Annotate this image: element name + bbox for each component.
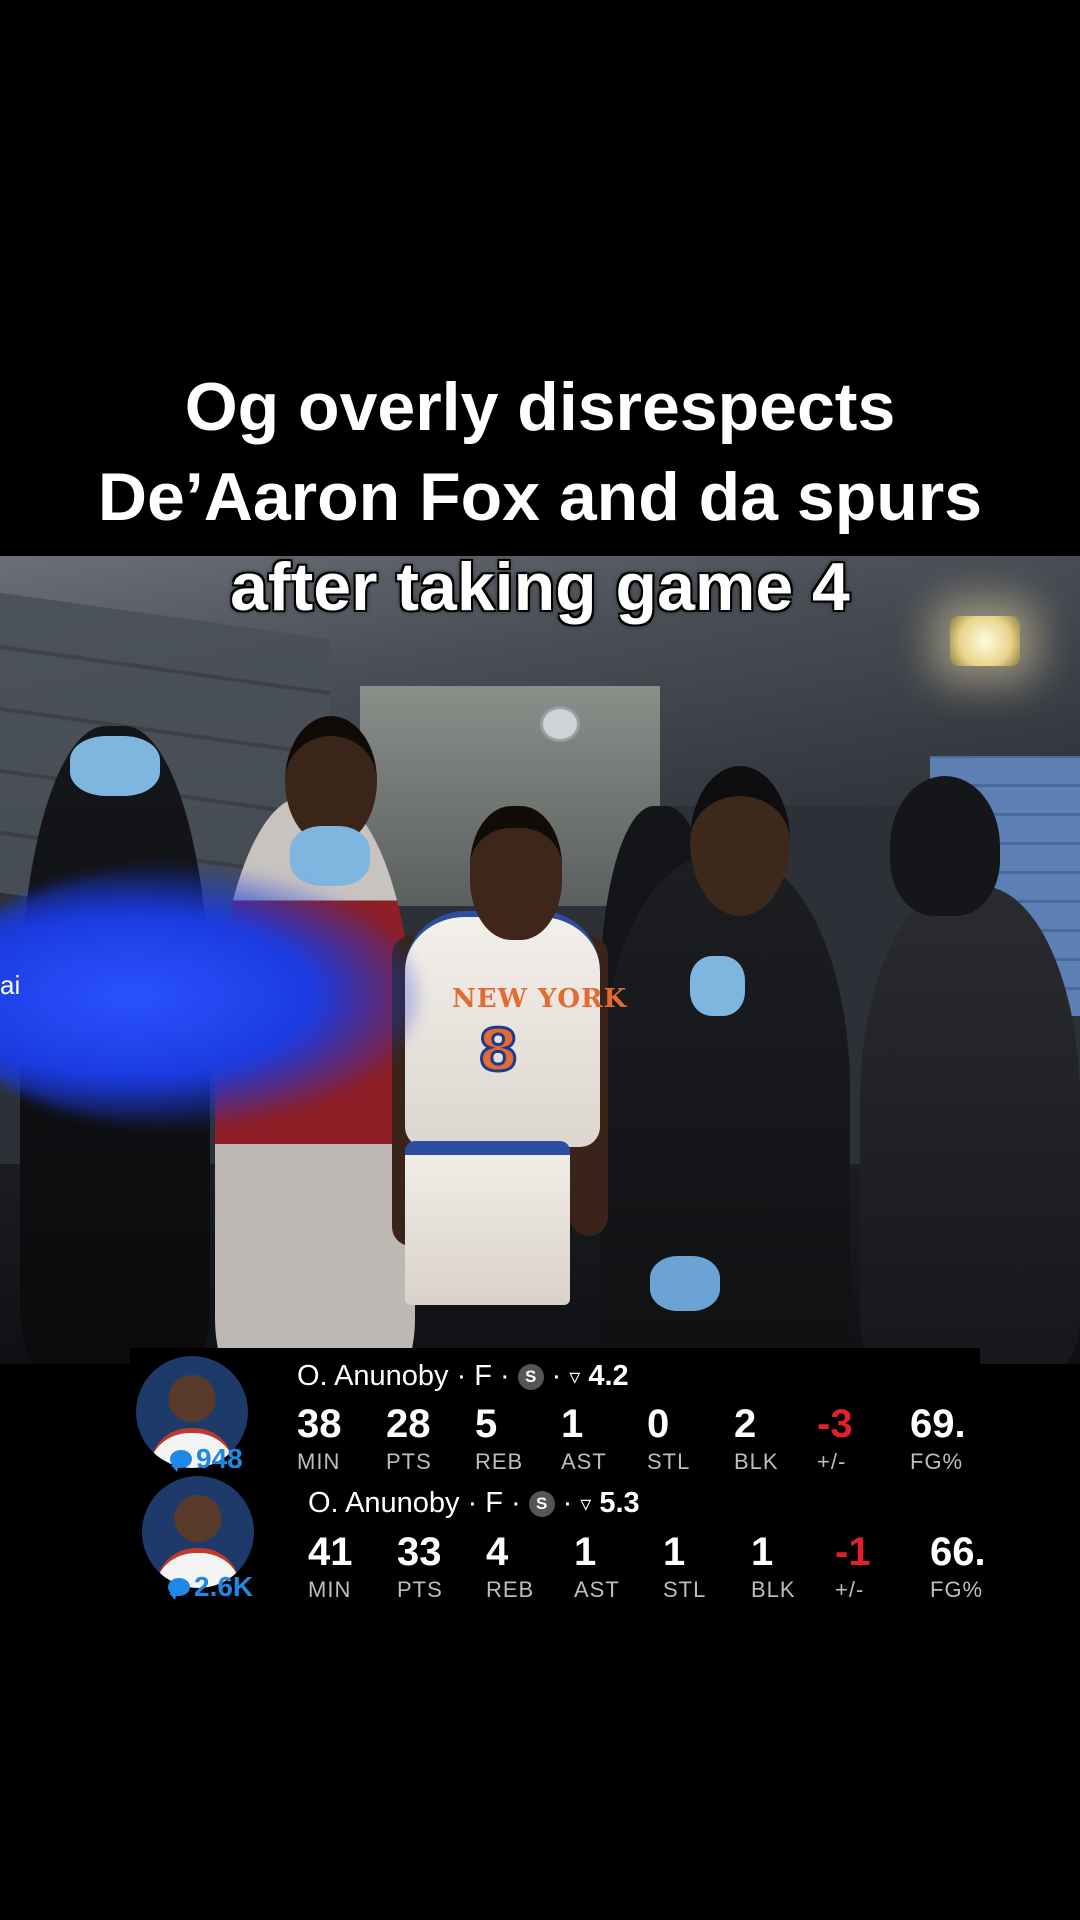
stat-: -1 +/-	[835, 1530, 871, 1603]
stat-label: PTS	[397, 1577, 443, 1602]
stat-label: FG%	[930, 1577, 984, 1602]
stat-ast: 1 AST	[561, 1402, 607, 1475]
stat-label: +/-	[835, 1577, 865, 1602]
s-badge-icon: S	[528, 1490, 555, 1517]
jersey-number: 8	[476, 1015, 519, 1086]
comment-count-value: 948	[196, 1443, 243, 1474]
player-info: O. Anunoby · F · S · ▿ 5.3	[308, 1487, 640, 1519]
stat-value: 28	[386, 1402, 431, 1446]
player-position: F	[474, 1360, 492, 1392]
person-beanie	[860, 886, 1080, 1364]
player-shorts	[405, 1141, 570, 1305]
player-name: O. Anunoby	[297, 1360, 449, 1392]
blue-glove	[70, 736, 160, 796]
stat-value: 2	[734, 1402, 757, 1446]
stat-value: 4	[486, 1530, 509, 1574]
player-info: O. Anunoby · F · S · ▿ 4.2	[297, 1360, 629, 1392]
stat-pts: 33 PTS	[397, 1530, 443, 1603]
stat-stl: 1 STL	[663, 1530, 706, 1603]
stat-value: 66.	[930, 1530, 986, 1574]
s-badge-icon: S	[517, 1363, 544, 1390]
jersey-text: NEW YORK	[452, 984, 628, 1014]
blue-glove	[650, 1256, 720, 1311]
person-beanie-head	[890, 776, 1000, 916]
caption-line-1: Og overly disrespects	[184, 369, 896, 445]
stat-label: BLK	[751, 1577, 796, 1602]
comment-count[interactable]: 948	[170, 1443, 243, 1475]
stat-label: AST	[561, 1449, 607, 1474]
stat-: -3 +/-	[817, 1402, 853, 1475]
stat-value: 69.	[910, 1402, 966, 1446]
player-name: O. Anunoby	[308, 1487, 460, 1519]
player-rating: 4.2	[588, 1360, 629, 1392]
person-black-coat-head	[690, 766, 790, 916]
stat-label: STL	[647, 1449, 691, 1474]
stat-label: FG%	[910, 1449, 964, 1474]
stat-stl: 0 STL	[647, 1402, 690, 1475]
caption-line-2: De’Aaron Fox and da spurs	[97, 459, 983, 535]
stat-label: REB	[475, 1449, 524, 1474]
stat-value: 1	[561, 1402, 584, 1446]
stat-row[interactable]: 948 O. Anunoby · F · S · ▿ 4.2 38 MIN 28 PT…	[130, 1348, 980, 1476]
stat-label: +/-	[817, 1449, 847, 1474]
player-head	[470, 806, 562, 940]
stat-reb: 4 REB	[486, 1530, 534, 1603]
blue-glove	[690, 956, 745, 1016]
stat-min: 38 MIN	[297, 1402, 342, 1475]
stat-blk: 2 BLK	[734, 1402, 779, 1475]
comment-count-value: 2.6K	[194, 1571, 254, 1602]
video-screen: NEW YORK 8 ai Og overly disrespects De’A…	[0, 0, 1080, 1920]
stat-value: 33	[397, 1530, 442, 1574]
stat-label: STL	[663, 1577, 707, 1602]
stat-value: 38	[297, 1402, 342, 1446]
stat-value: 5	[475, 1402, 498, 1446]
stat-value: 1	[574, 1530, 597, 1574]
stat-min: 41 MIN	[308, 1530, 353, 1603]
player-stats-overlay: 948 O. Anunoby · F · S · ▿ 4.2 38 MIN 28 PT…	[130, 1348, 986, 1613]
player-rating: 5.3	[599, 1487, 640, 1519]
stat-value: -1	[835, 1530, 871, 1574]
security-camera	[540, 706, 580, 742]
stat-row[interactable]: 2.6K O. Anunoby · F · S · ▿ 5.3 41 MIN 33 P…	[130, 1476, 986, 1604]
stat-pts: 28 PTS	[386, 1402, 432, 1475]
video-frame[interactable]: NEW YORK 8 ai	[0, 556, 1080, 1364]
stat-label: REB	[486, 1577, 535, 1602]
stat-label: BLK	[734, 1449, 779, 1474]
stat-value: 0	[647, 1402, 670, 1446]
comment-bubble-icon	[170, 1450, 192, 1472]
trend-down-icon: ▿	[580, 1490, 592, 1516]
stat-label: AST	[574, 1577, 620, 1602]
stat-ast: 1 AST	[574, 1530, 620, 1603]
blue-glove	[290, 826, 370, 886]
stat-fg-pct: 66. FG%	[930, 1530, 986, 1603]
comment-count[interactable]: 2.6K	[168, 1571, 253, 1603]
stat-value: -3	[817, 1402, 853, 1446]
stat-value: 1	[663, 1530, 686, 1574]
trend-down-icon: ▿	[569, 1363, 581, 1389]
stat-label: PTS	[386, 1449, 432, 1474]
video-caption: Og overly disrespects De’Aaron Fox and d…	[40, 362, 1040, 632]
stat-fg-pct: 69. FG%	[910, 1402, 966, 1475]
person-black-coat	[600, 856, 850, 1364]
caption-line-3: after taking game 4	[230, 549, 850, 625]
stat-value: 1	[751, 1530, 774, 1574]
stat-value: 41	[308, 1530, 353, 1574]
side-label: ai	[0, 970, 21, 1000]
stat-reb: 5 REB	[475, 1402, 523, 1475]
comment-bubble-icon	[168, 1578, 190, 1600]
stat-label: MIN	[297, 1449, 341, 1474]
stat-blk: 1 BLK	[751, 1530, 796, 1603]
player-position: F	[485, 1487, 503, 1519]
stat-label: MIN	[308, 1577, 352, 1602]
